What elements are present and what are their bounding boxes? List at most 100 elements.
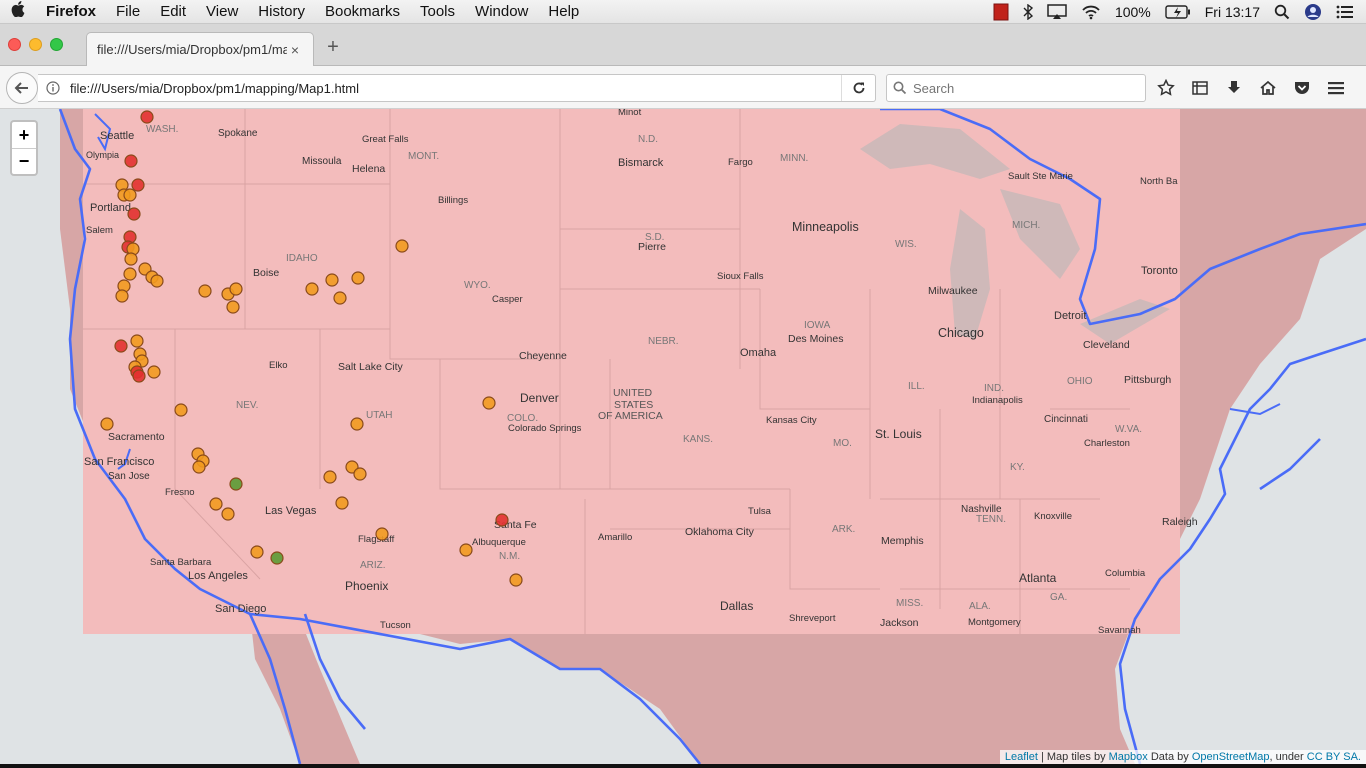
map-marker[interactable] xyxy=(350,417,364,431)
map-marker[interactable] xyxy=(495,513,509,527)
apple-icon[interactable] xyxy=(0,1,36,22)
url-bar[interactable] xyxy=(38,74,876,102)
clock[interactable]: Fri 13:17 xyxy=(1205,4,1260,20)
menu-tools[interactable]: Tools xyxy=(410,3,465,20)
menu-window[interactable]: Window xyxy=(465,3,538,20)
map-marker[interactable] xyxy=(114,339,128,353)
map-label: Sacramento xyxy=(108,431,165,443)
menu-app-firefox[interactable]: Firefox xyxy=(36,3,106,20)
user-avatar-icon[interactable] xyxy=(1304,3,1322,21)
menu-edit[interactable]: Edit xyxy=(150,3,196,20)
menu-bookmarks[interactable]: Bookmarks xyxy=(315,3,410,20)
back-button[interactable] xyxy=(6,72,38,104)
map-marker[interactable] xyxy=(395,239,409,253)
leaflet-link[interactable]: Leaflet xyxy=(1005,751,1038,763)
map-label: Amarillo xyxy=(598,532,632,543)
map-label: Sioux Falls xyxy=(717,271,764,282)
spotlight-search-icon[interactable] xyxy=(1274,3,1290,21)
map-marker[interactable] xyxy=(226,300,240,314)
map-marker[interactable] xyxy=(123,188,137,202)
map-marker[interactable] xyxy=(124,252,138,266)
reload-icon[interactable] xyxy=(841,75,875,101)
map-label: Cincinnati xyxy=(1044,414,1088,425)
map-marker[interactable] xyxy=(482,396,496,410)
map-marker[interactable] xyxy=(250,545,264,559)
map-marker[interactable] xyxy=(123,267,137,281)
openstreetmap-link[interactable]: OpenStreetMap xyxy=(1192,751,1270,763)
map-marker[interactable] xyxy=(459,543,473,557)
map-label: Indianapolis xyxy=(972,395,1023,406)
tab-map1[interactable]: file:///Users/mia/Dropbox/pm1/ma × xyxy=(86,32,314,66)
site-info-icon[interactable] xyxy=(38,81,68,95)
map-marker[interactable] xyxy=(333,291,347,305)
leaflet-map[interactable]: Seattle WASH. Spokane Olympia Great Fall… xyxy=(0,109,1366,764)
map-marker[interactable] xyxy=(124,154,138,168)
bluetooth-icon[interactable] xyxy=(1023,3,1033,21)
map-label: North Ba xyxy=(1140,176,1178,187)
tab-title: file:///Users/mia/Dropbox/pm1/ma xyxy=(97,42,287,57)
map-label: Boise xyxy=(253,267,279,279)
map-label: Las Vegas xyxy=(265,505,317,517)
zoom-window-icon[interactable] xyxy=(50,38,63,51)
map-marker[interactable] xyxy=(353,467,367,481)
map-marker[interactable] xyxy=(140,110,154,124)
map-tiles[interactable]: Seattle WASH. Spokane Olympia Great Fall… xyxy=(0,109,1366,764)
map-marker[interactable] xyxy=(147,365,161,379)
map-marker[interactable] xyxy=(375,527,389,541)
map-marker[interactable] xyxy=(127,207,141,221)
map-marker[interactable] xyxy=(132,369,146,383)
wifi-icon[interactable] xyxy=(1081,3,1101,21)
menu-view[interactable]: View xyxy=(196,3,248,20)
map-marker[interactable] xyxy=(192,460,206,474)
map-marker[interactable] xyxy=(174,403,188,417)
map-marker[interactable] xyxy=(131,178,145,192)
map-marker[interactable] xyxy=(305,282,319,296)
map-label: Des Moines xyxy=(788,333,843,345)
map-marker[interactable] xyxy=(325,273,339,287)
license-link[interactable]: CC BY SA. xyxy=(1307,751,1361,763)
zoom-out-button[interactable]: − xyxy=(12,148,36,174)
map-marker[interactable] xyxy=(100,417,114,431)
url-input[interactable] xyxy=(68,79,841,97)
map-marker[interactable] xyxy=(198,284,212,298)
map-marker[interactable] xyxy=(351,271,365,285)
new-tab-button[interactable]: + xyxy=(322,36,344,58)
minimize-window-icon[interactable] xyxy=(29,38,42,51)
map-label: Minneapolis xyxy=(792,220,859,234)
search-input[interactable] xyxy=(911,79,1145,97)
map-marker[interactable] xyxy=(335,496,349,510)
airplay-icon[interactable] xyxy=(1047,3,1067,21)
map-marker[interactable] xyxy=(323,470,337,484)
reading-list-icon[interactable] xyxy=(1188,76,1212,100)
search-bar[interactable] xyxy=(886,74,1146,102)
map-marker[interactable] xyxy=(229,282,243,296)
map-marker[interactable] xyxy=(229,477,243,491)
map-marker[interactable] xyxy=(209,497,223,511)
map-marker[interactable] xyxy=(221,507,235,521)
map-marker[interactable] xyxy=(509,573,523,587)
map-label: Tucson xyxy=(380,620,411,631)
map-marker[interactable] xyxy=(150,274,164,288)
map-marker[interactable] xyxy=(130,334,144,348)
home-icon[interactable] xyxy=(1256,76,1280,100)
menu-file[interactable]: File xyxy=(106,3,150,20)
close-window-icon[interactable] xyxy=(8,38,21,51)
map-marker[interactable] xyxy=(270,551,284,565)
notification-center-icon[interactable] xyxy=(1336,3,1354,21)
downloads-icon[interactable] xyxy=(1222,76,1246,100)
bookmark-star-icon[interactable] xyxy=(1154,76,1178,100)
map-label: Portland xyxy=(90,202,131,214)
map-marker[interactable] xyxy=(115,289,129,303)
battery-icon[interactable] xyxy=(1165,3,1191,21)
record-status-icon[interactable] xyxy=(993,3,1009,21)
menu-history[interactable]: History xyxy=(248,3,315,20)
map-label: Colorado Springs xyxy=(508,423,582,434)
map-label: KANS. xyxy=(683,434,713,445)
hamburger-menu-icon[interactable] xyxy=(1324,76,1348,100)
mapbox-link[interactable]: Mapbox xyxy=(1109,751,1148,763)
map-label: San Jose xyxy=(108,471,150,482)
zoom-in-button[interactable]: + xyxy=(12,122,36,148)
tab-close-icon[interactable]: × xyxy=(287,42,303,58)
pocket-icon[interactable] xyxy=(1290,76,1314,100)
menu-help[interactable]: Help xyxy=(538,3,589,20)
